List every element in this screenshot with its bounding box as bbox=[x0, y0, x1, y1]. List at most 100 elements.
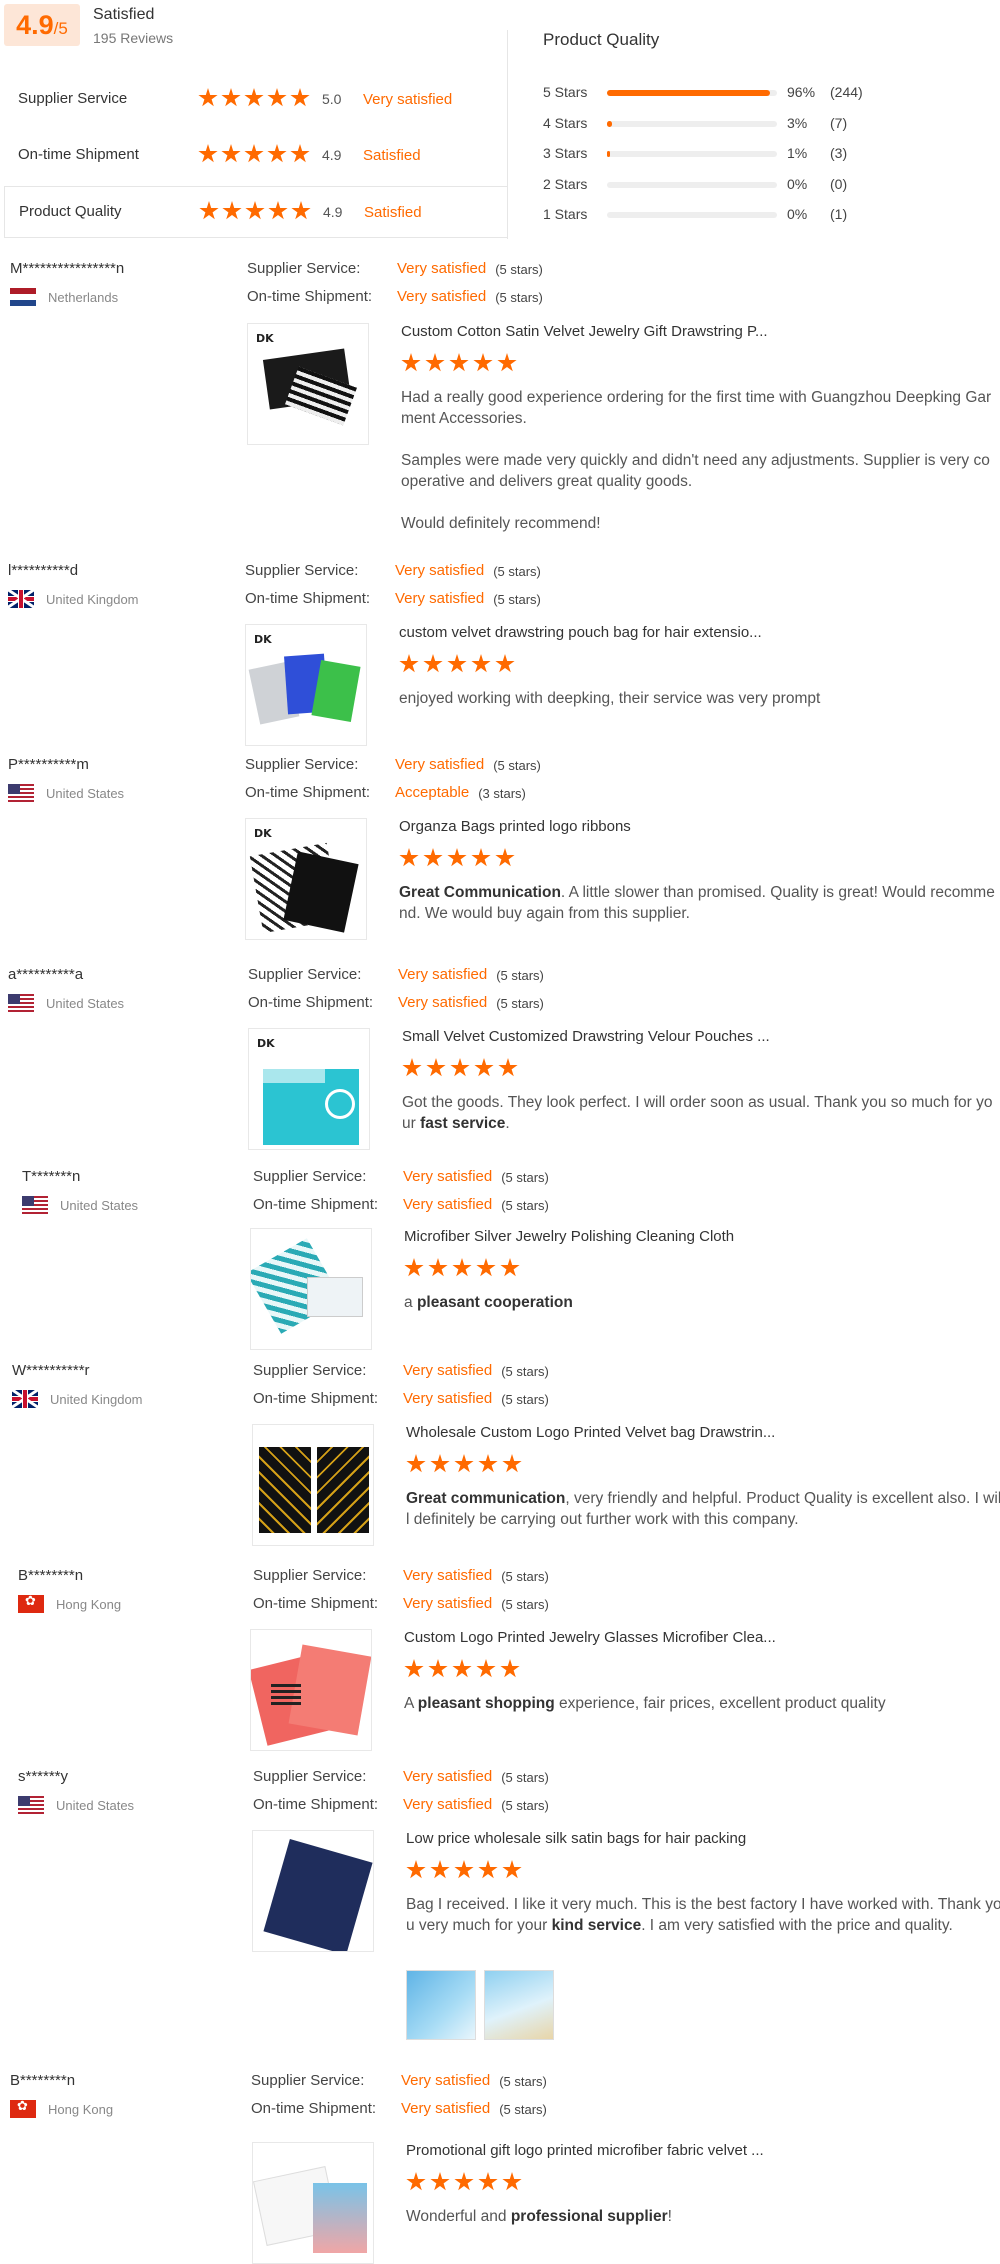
star-icon bbox=[221, 144, 241, 163]
distribution-row[interactable]: 4 Stars 3% (7) bbox=[543, 113, 993, 133]
metric-label: Product Quality bbox=[19, 203, 122, 220]
country-name: United Kingdom bbox=[50, 1391, 143, 1407]
star-icon bbox=[291, 201, 311, 220]
distribution-row[interactable]: 2 Stars 0% (0) bbox=[543, 174, 993, 194]
product-thumbnail[interactable] bbox=[252, 1424, 374, 1546]
review-highlight: pleasant shopping bbox=[417, 1695, 555, 1712]
product-thumbnail[interactable] bbox=[250, 1228, 372, 1350]
buyer-country: Netherlands bbox=[10, 288, 118, 306]
review-highlight: pleasant cooperation bbox=[416, 1294, 573, 1311]
product-thumbnail[interactable]: DK bbox=[248, 1028, 370, 1150]
country-flag-icon bbox=[10, 288, 36, 306]
star-rating bbox=[199, 201, 311, 221]
product-title-link[interactable]: Promotional gift logo printed microfiber… bbox=[406, 2142, 826, 2159]
metric-on-time-shipment[interactable]: On-time Shipment 4.9 Satisfied bbox=[4, 130, 508, 182]
buyer-name: B********n bbox=[10, 2072, 76, 2089]
rating-label: Supplier Service: bbox=[253, 1168, 367, 1185]
review-star-rating bbox=[406, 1860, 522, 1880]
review-star-rating bbox=[402, 1058, 518, 1078]
rating-label: Supplier Service: bbox=[245, 562, 359, 579]
supplier-service-rating: Supplier Service: Very satisfied (5 stars) bbox=[247, 260, 543, 288]
star-icon bbox=[404, 1659, 424, 1678]
review-paragraph: Samples were made very quickly and didn'… bbox=[401, 452, 990, 490]
metric-product-quality[interactable]: Product Quality 4.9 Satisfied bbox=[4, 186, 508, 238]
distribution-bar bbox=[607, 121, 777, 127]
overall-score-badge: 4.9/5 bbox=[4, 4, 80, 46]
distribution-row[interactable]: 3 Stars 1% (3) bbox=[543, 143, 993, 163]
product-title-link[interactable]: Organza Bags printed logo ribbons bbox=[399, 818, 819, 835]
star-icon bbox=[199, 201, 219, 220]
review-text: Great communication, very friendly and h… bbox=[406, 1488, 1000, 1530]
star-icon bbox=[497, 353, 517, 372]
distribution-row[interactable]: 5 Stars 96% (244) bbox=[543, 82, 993, 102]
star-icon bbox=[500, 1659, 520, 1678]
product-title-link[interactable]: Low price wholesale silk satin bags for … bbox=[406, 1830, 826, 1847]
shipment-rating: On-time Shipment: Very satisfied (5 stars) bbox=[251, 2100, 547, 2128]
star-icon bbox=[502, 2172, 522, 2191]
distribution-bar-fill bbox=[607, 151, 610, 157]
country-name: United Kingdom bbox=[46, 591, 139, 607]
rating-label: Supplier Service: bbox=[245, 756, 359, 773]
rating-word: Very satisfied bbox=[395, 756, 485, 773]
product-title-link[interactable]: custom velvet drawstring pouch bag for h… bbox=[399, 624, 819, 641]
metric-supplier-service[interactable]: Supplier Service 5.0 Very satisfied bbox=[4, 74, 508, 126]
star-icon bbox=[447, 848, 467, 867]
rating-word: Very satisfied bbox=[403, 1362, 493, 1379]
product-title-link[interactable]: Small Velvet Customized Drawstring Velou… bbox=[402, 1028, 822, 1045]
review-photo[interactable] bbox=[484, 1970, 554, 2040]
rating-word: Very satisfied bbox=[401, 2072, 491, 2089]
star-icon bbox=[222, 201, 242, 220]
shipment-rating: On-time Shipment: Very satisfied (5 stars) bbox=[247, 288, 543, 316]
rating-stars-count: (5 stars) bbox=[501, 1170, 549, 1185]
supplier-service-rating: Supplier Service: Very satisfied (5 stars) bbox=[245, 562, 541, 590]
product-thumbnail[interactable] bbox=[252, 1830, 374, 1952]
star-icon bbox=[423, 654, 443, 673]
star-icon bbox=[267, 88, 287, 107]
rating-label: On-time Shipment: bbox=[245, 590, 371, 607]
country-name: Netherlands bbox=[48, 289, 119, 305]
rating-label: On-time Shipment: bbox=[247, 288, 373, 305]
star-icon bbox=[406, 2172, 426, 2191]
buyer-name: W**********r bbox=[12, 1362, 90, 1379]
star-icon bbox=[268, 201, 288, 220]
product-title-link[interactable]: Custom Cotton Satin Velvet Jewelry Gift … bbox=[401, 323, 821, 340]
product-thumbnail[interactable] bbox=[250, 1629, 372, 1751]
review-body: . bbox=[505, 1115, 510, 1132]
product-thumbnail[interactable]: DK bbox=[245, 624, 367, 746]
product-thumbnail[interactable]: DK bbox=[247, 323, 369, 445]
product-title-link[interactable]: Wholesale Custom Logo Printed Velvet bag… bbox=[406, 1424, 826, 1441]
product-title-link[interactable]: Microfiber Silver Jewelry Polishing Clea… bbox=[404, 1228, 824, 1245]
review-star-rating bbox=[404, 1659, 520, 1679]
country-flag-icon bbox=[10, 2100, 36, 2118]
review-highlight: kind service bbox=[551, 1917, 642, 1934]
rating-word: Very satisfied bbox=[403, 1196, 493, 1213]
rating-stars-count: (5 stars) bbox=[501, 1569, 549, 1584]
review-ratings: Supplier Service: Very satisfied (5 stars)… bbox=[253, 1567, 549, 1623]
product-thumbnail[interactable] bbox=[252, 2142, 374, 2264]
product-thumbnail[interactable]: DK bbox=[245, 818, 367, 940]
shipment-rating: On-time Shipment: Acceptable (3 stars) bbox=[245, 784, 541, 812]
rating-stars-count: (5 stars) bbox=[499, 2074, 547, 2089]
review-highlight: fast service bbox=[420, 1115, 506, 1132]
shipment-rating: On-time Shipment: Very satisfied (5 stars) bbox=[253, 1796, 549, 1824]
overall-label: Satisfied bbox=[93, 6, 155, 23]
product-title-link[interactable]: Custom Logo Printed Jewelry Glasses Micr… bbox=[404, 1629, 824, 1646]
review-star-rating bbox=[399, 848, 515, 868]
review-body: enjoyed working with deepking, their ser… bbox=[399, 690, 821, 707]
distribution-row[interactable]: 1 Stars 0% (1) bbox=[543, 204, 993, 224]
rating-stars-count: (5 stars) bbox=[495, 262, 543, 277]
review-photo[interactable] bbox=[406, 1970, 476, 2040]
distribution-count: (3) bbox=[830, 145, 848, 161]
rating-stars-count: (5 stars) bbox=[501, 1364, 549, 1379]
rating-label: Supplier Service: bbox=[253, 1768, 367, 1785]
buyer-country: Hong Kong bbox=[10, 2100, 113, 2118]
metric-word: Very satisfied bbox=[363, 91, 453, 108]
rating-label: On-time Shipment: bbox=[253, 1796, 379, 1813]
rating-word: Very satisfied bbox=[397, 260, 487, 277]
review-body: . I am very satisfied with the price and… bbox=[641, 1917, 953, 1934]
country-name: United States bbox=[46, 995, 125, 1011]
overall-score: 4.9 bbox=[16, 10, 54, 40]
rating-label: On-time Shipment: bbox=[248, 994, 374, 1011]
review-body: A bbox=[404, 1695, 418, 1712]
rating-word: Very satisfied bbox=[398, 966, 488, 983]
